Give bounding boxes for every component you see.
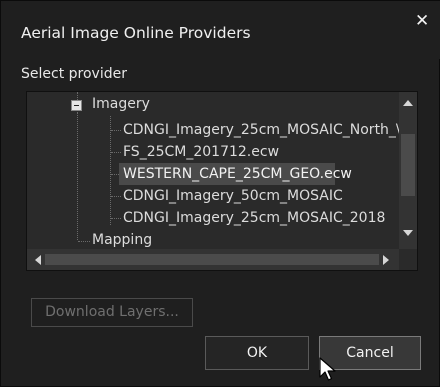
minus-box-icon[interactable] bbox=[71, 100, 82, 111]
download-layers-button[interactable]: Download Layers... bbox=[31, 298, 193, 327]
select-provider-label: Select provider bbox=[21, 66, 127, 82]
horizontal-scrollbar[interactable] bbox=[27, 249, 399, 270]
tree-connector bbox=[110, 116, 111, 225]
tree-item-selected[interactable]: WESTERN_CAPE_25CM_GEO.ecw bbox=[119, 163, 352, 185]
scrollbar-corner bbox=[399, 249, 417, 270]
dialog-title: Aerial Image Online Providers bbox=[21, 24, 251, 42]
tree-connector bbox=[77, 92, 78, 100]
close-icon[interactable]: ✕ bbox=[415, 11, 429, 31]
tree-group-mapping[interactable]: Mapping bbox=[92, 232, 152, 249]
vertical-scroll-thumb[interactable] bbox=[401, 134, 415, 196]
tree-item[interactable]: FS_25CM_201712.ecw bbox=[119, 141, 283, 163]
provider-tree[interactable]: Imagery CDNGI_Imagery_25cm_MOSAIC_North_… bbox=[26, 91, 418, 271]
triangle-right-icon[interactable] bbox=[383, 255, 389, 265]
triangle-up-icon[interactable] bbox=[403, 100, 413, 106]
tree-group-imagery[interactable]: Imagery bbox=[92, 96, 150, 112]
triangle-down-icon[interactable] bbox=[403, 230, 413, 236]
dialog-titlebar[interactable]: Aerial Image Online Providers ✕ bbox=[1, 1, 440, 59]
vertical-scrollbar[interactable] bbox=[399, 92, 417, 249]
mouse-pointer-icon bbox=[319, 357, 336, 381]
triangle-left-icon[interactable] bbox=[35, 255, 41, 265]
aerial-image-providers-dialog: Aerial Image Online Providers ✕ Select p… bbox=[0, 0, 440, 387]
tree-item[interactable]: CDNGI_Imagery_50cm_MOSAIC bbox=[119, 185, 347, 207]
ok-button[interactable]: OK bbox=[205, 336, 309, 370]
tree-item[interactable]: CDNGI_Imagery_25cm_MOSAIC_North_\ bbox=[119, 119, 405, 141]
horizontal-scroll-thumb[interactable] bbox=[45, 254, 379, 265]
tree-item[interactable]: CDNGI_Imagery_25cm_MOSAIC_2018 bbox=[119, 207, 389, 229]
tree-connector bbox=[78, 241, 90, 242]
tree-connector bbox=[77, 112, 78, 240]
